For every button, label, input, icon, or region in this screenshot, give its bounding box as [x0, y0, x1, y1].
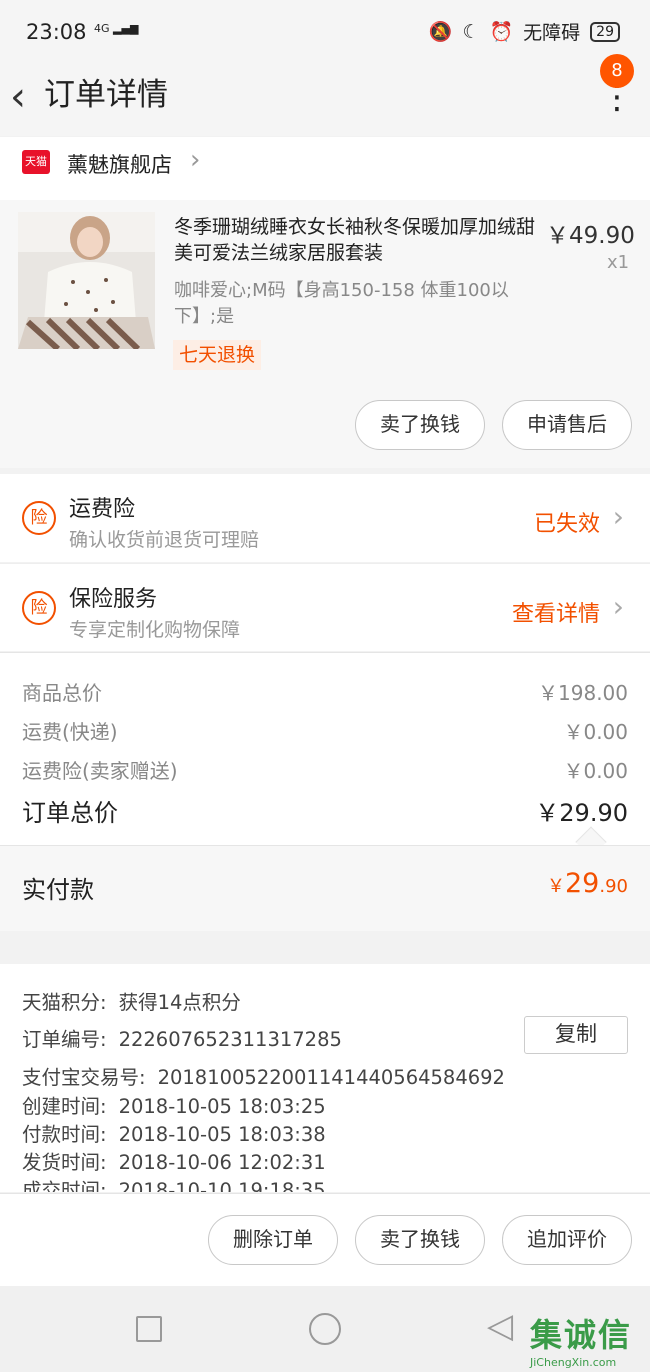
order-number-row: 订单编号: 222607652311317285	[22, 1023, 342, 1052]
header: ‹ 订单详情 ⋮ 8	[0, 54, 650, 136]
sell-button[interactable]: 卖了换钱	[355, 400, 485, 450]
completed-time-value: 2018-10-10 19:18:35	[118, 1179, 326, 1192]
points-label: 天猫积分:	[22, 991, 107, 1014]
insurance-icon: 险	[22, 501, 56, 535]
insurance-icon: 险	[22, 591, 56, 625]
paid-time-row: 付款时间: 2018-10-05 18:03:38	[22, 1118, 326, 1147]
system-nav-bar: ◁ 集诚信 JiChengXin.com	[0, 1286, 650, 1372]
shipping-value: ￥0.00	[563, 720, 628, 744]
insurance-service-row[interactable]: 险 保险服务 专享定制化购物保障 查看详情 ›	[0, 563, 650, 651]
shipping-insurance-row[interactable]: 险 运费险 确认收货前退货可理赔 已失效 ›	[0, 474, 650, 562]
currency-symbol: ￥	[547, 876, 565, 897]
page-title: 订单详情	[44, 77, 168, 113]
created-time-row: 创建时间: 2018-10-05 18:03:25	[22, 1090, 326, 1119]
after-sale-button[interactable]: 申请售后	[502, 400, 632, 450]
alipay-trade-value: 2018100522001141440564584692	[157, 1066, 505, 1089]
shipped-time-row: 发货时间: 2018-10-06 12:02:31	[22, 1146, 326, 1175]
signal-icon: 4G ▂▄▆	[94, 22, 139, 35]
product-image[interactable]	[18, 212, 155, 349]
product-title[interactable]: 冬季珊瑚绒睡衣女长袖秋冬保暖加厚加绒甜美可爱法兰绒家居服套装	[174, 214, 539, 266]
completed-time-label: 成交时间:	[22, 1179, 107, 1192]
goods-total-value: ￥198.00	[538, 681, 628, 705]
actual-payment-row: 实付款 ￥29.90	[0, 845, 650, 931]
shipping-row: 运费(快递) ￥0.00	[22, 716, 628, 745]
network-type: 4G	[94, 22, 110, 35]
shipping-label: 运费(快递)	[22, 720, 118, 744]
sell-button[interactable]: 卖了换钱	[355, 1215, 485, 1265]
order-info: 天猫积分: 获得14点积分 订单编号: 222607652311317285 复制 …	[0, 964, 650, 1192]
paid-time-value: 2018-10-05 18:03:38	[118, 1123, 326, 1146]
recent-apps-icon[interactable]	[136, 1316, 162, 1342]
alarm-icon: ⏰	[489, 21, 514, 43]
delete-order-button[interactable]: 删除订单	[208, 1215, 338, 1265]
status-time: 23:08	[26, 20, 87, 44]
amount-integer: 29	[565, 868, 600, 899]
store-row[interactable]: 天猫 薰魅旗舰店 ›	[0, 137, 650, 200]
alipay-trade-row: 支付宝交易号: 2018100522001141440564584692	[22, 1061, 505, 1090]
back-arrow-icon[interactable]: ‹	[10, 72, 26, 122]
shipping-insurance-value: ￥0.00	[563, 759, 628, 783]
insurance-title: 运费险	[69, 497, 136, 522]
shipping-insurance-label: 运费险(卖家赠送)	[22, 759, 178, 783]
actual-payment-label: 实付款	[22, 876, 94, 904]
status-bar: 23:08 4G ▂▄▆ 🔕 ☾ ⏰ 无障碍 29	[0, 0, 650, 66]
amount-decimal: .90	[599, 876, 628, 897]
accessibility-label: 无障碍	[523, 22, 581, 44]
add-review-button[interactable]: 追加评价	[502, 1215, 632, 1265]
created-time-value: 2018-10-05 18:03:25	[118, 1095, 326, 1118]
vibrate-icon: 🔕	[428, 21, 453, 43]
created-time-label: 创建时间:	[22, 1095, 107, 1118]
shipping-insurance-fee-row: 运费险(卖家赠送) ￥0.00	[22, 755, 628, 784]
tmall-logo-icon: 天猫	[22, 150, 50, 174]
insurance-status: 已失效	[533, 512, 600, 537]
home-icon[interactable]	[309, 1313, 341, 1345]
product-price: ￥49.90	[546, 223, 635, 249]
insurance-subtitle: 确认收货前退货可理赔	[69, 529, 260, 551]
chevron-right-icon: ›	[612, 500, 624, 533]
product-card: 冬季珊瑚绒睡衣女长袖秋冬保暖加厚加绒甜美可爱法兰绒家居服套装 ￥49.90 x1…	[0, 200, 650, 468]
goods-total-label: 商品总价	[22, 681, 102, 705]
battery-icon: 29	[590, 21, 620, 42]
return-policy-tag: 七天退换	[173, 340, 262, 370]
points-row: 天猫积分: 获得14点积分	[22, 986, 241, 1015]
points-value: 获得14点积分	[118, 991, 241, 1014]
actual-payment-amount: ￥29.90	[547, 868, 628, 899]
bottom-action-bar: 删除订单 卖了换钱 追加评价	[0, 1193, 650, 1286]
status-icons: 🔕 ☾ ⏰ 无障碍 29	[429, 18, 620, 45]
goods-total-row: 商品总价 ￥198.00	[22, 677, 628, 706]
copy-button[interactable]: 复制	[524, 1016, 628, 1054]
order-total-value: ￥29.90	[535, 799, 628, 827]
order-number-label: 订单编号:	[22, 1028, 107, 1051]
watermark-url: JiChengXin.com	[530, 1356, 617, 1369]
shipped-time-value: 2018-10-06 12:02:31	[118, 1151, 326, 1174]
product-sku: 咖啡爱心;M码【身高150-158 体重100以下】;是	[174, 280, 509, 327]
watermark-logo: 集诚信	[530, 1316, 633, 1354]
insurance-title: 保险服务	[69, 587, 158, 612]
order-total-label: 订单总价	[22, 799, 118, 827]
order-number-value: 222607652311317285	[118, 1028, 342, 1051]
order-total-row: 订单总价 ￥29.90	[22, 793, 628, 828]
chevron-right-icon: ›	[612, 590, 624, 623]
completed-time-row: 成交时间: 2018-10-10 19:18:35	[22, 1174, 326, 1192]
chevron-right-icon: ›	[190, 145, 201, 175]
view-details-link[interactable]: 查看详情	[512, 596, 600, 628]
paid-time-label: 付款时间:	[22, 1123, 107, 1146]
store-name[interactable]: 薰魅旗舰店	[67, 149, 172, 179]
shipped-time-label: 发货时间:	[22, 1151, 107, 1174]
price-summary: 商品总价 ￥198.00 运费(快递) ￥0.00 运费险(卖家赠送) ￥0.0…	[0, 652, 650, 858]
product-quantity: x1	[607, 252, 630, 273]
back-triangle-icon[interactable]: ◁	[487, 1306, 513, 1346]
notification-badge: 8	[600, 54, 634, 88]
insurance-subtitle: 专享定制化购物保障	[69, 619, 241, 641]
moon-icon: ☾	[462, 20, 480, 43]
alipay-trade-label: 支付宝交易号:	[22, 1066, 146, 1089]
